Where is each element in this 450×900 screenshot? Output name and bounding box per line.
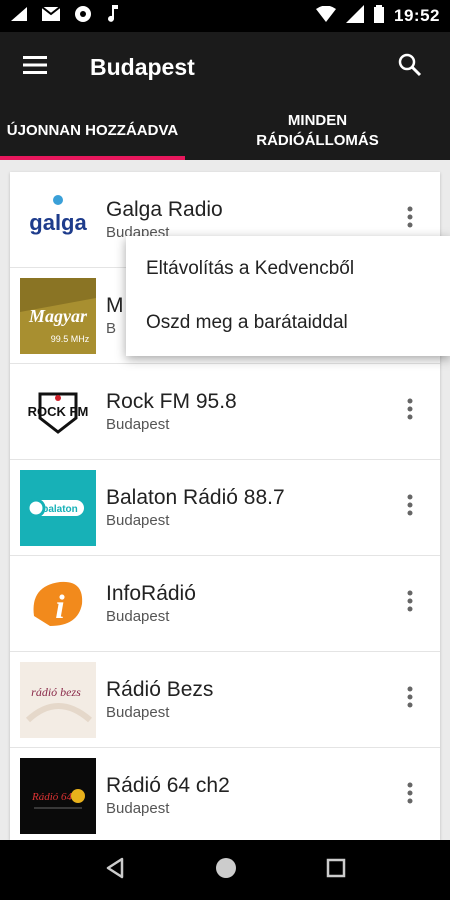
clock: 19:52 (394, 6, 440, 25)
logo-subtext: 99.5 MHz (51, 334, 90, 344)
more-vert-icon (407, 494, 413, 521)
home-icon (215, 857, 236, 878)
back-button[interactable] (104, 857, 126, 884)
logo-text: galga (29, 210, 87, 235)
page-title: Budapest (90, 53, 195, 80)
logo-text: Rádió 64 (31, 791, 73, 803)
station-city: Budapest (106, 511, 170, 529)
list-item[interactable]: rádió bezs Rádió Bezs Budapest (10, 652, 440, 748)
logo-text: rádió bezs (31, 685, 81, 699)
cell-signal-icon (346, 4, 365, 28)
station-name: InfoRádió (106, 581, 196, 605)
station-name: Balaton Rádió 88.7 (106, 485, 285, 509)
more-vert-icon (407, 590, 413, 617)
signal-icon (10, 6, 28, 27)
more-vert-icon (407, 206, 413, 233)
station-logo: Magyar 99.5 MHz (20, 277, 96, 354)
station-name: Rádió 64 ch2 (106, 773, 230, 797)
logo-text: ROCK FM (28, 404, 89, 419)
station-city: Budapest (106, 415, 170, 433)
station-city: Budapest (106, 607, 170, 625)
menu-item-share[interactable]: Oszd meg a barátaiddal (126, 296, 450, 350)
context-menu: Eltávolítás a Kedvencből Oszd meg a bará… (126, 236, 450, 356)
logo-text: Magyar (28, 306, 88, 326)
menu-item-remove-favorite[interactable]: Eltávolítás a Kedvencből (126, 242, 450, 296)
status-bar: 19:52 (0, 0, 450, 32)
more-options-button[interactable] (390, 382, 430, 442)
cast-icon (74, 5, 92, 28)
wifi-icon (316, 5, 337, 27)
station-logo: i (20, 565, 96, 642)
more-options-button[interactable] (390, 574, 430, 634)
battery-icon (374, 4, 385, 28)
station-city: Budapest (106, 703, 170, 721)
recents-button[interactable] (326, 858, 346, 883)
station-logo: ROCK FM (20, 373, 96, 450)
more-options-button[interactable] (390, 670, 430, 730)
tab-all-stations[interactable]: MINDEN RÁDIÓÁLLOMÁS (185, 102, 450, 160)
back-icon (107, 857, 124, 878)
search-button[interactable] (380, 37, 440, 97)
music-note-icon (106, 4, 120, 28)
station-name: Galga Radio (106, 197, 223, 221)
app-screen: 19:52 Budapest ÚJONNAN HOZZÁADVA MINDEN … (0, 0, 450, 900)
menu-button[interactable] (0, 32, 70, 102)
app-bar: Budapest (0, 32, 450, 102)
logo-text: balaton (42, 504, 78, 515)
station-name: Rádió Bezs (106, 677, 214, 701)
station-logo: balaton (20, 469, 96, 546)
more-vert-icon (407, 686, 413, 713)
more-vert-icon (407, 782, 413, 809)
more-options-button[interactable] (390, 478, 430, 538)
station-logo: galga (20, 181, 96, 258)
hamburger-icon (23, 55, 47, 79)
list-item[interactable]: i InfoRádió Budapest (10, 556, 440, 652)
station-city: Budapest (106, 799, 170, 817)
navigation-bar (0, 840, 450, 900)
tab-newly-added[interactable]: ÚJONNAN HOZZÁADVA (0, 102, 185, 160)
more-vert-icon (407, 398, 413, 425)
list-item[interactable]: ROCK FM Rock FM 95.8 Budapest (10, 364, 440, 460)
tab-all-stations-label: MINDEN RÁDIÓÁLLOMÁS (256, 112, 379, 149)
station-logo: rádió bezs (20, 661, 96, 738)
tab-bar: ÚJONNAN HOZZÁADVA MINDEN RÁDIÓÁLLOMÁS (0, 102, 450, 160)
logo-text: i (55, 589, 65, 626)
home-button[interactable] (215, 857, 237, 884)
station-logo: Rádió 64 (20, 757, 96, 834)
more-options-button[interactable] (390, 766, 430, 826)
mail-icon (41, 5, 61, 26)
list-item[interactable]: Rádió 64 Rádió 64 ch2 Budapest (10, 748, 440, 840)
search-icon (398, 53, 422, 82)
station-name: Rock FM 95.8 (106, 389, 237, 413)
list-item[interactable]: balaton Balaton Rádió 88.7 Budapest (10, 460, 440, 556)
recents-icon (326, 858, 345, 877)
